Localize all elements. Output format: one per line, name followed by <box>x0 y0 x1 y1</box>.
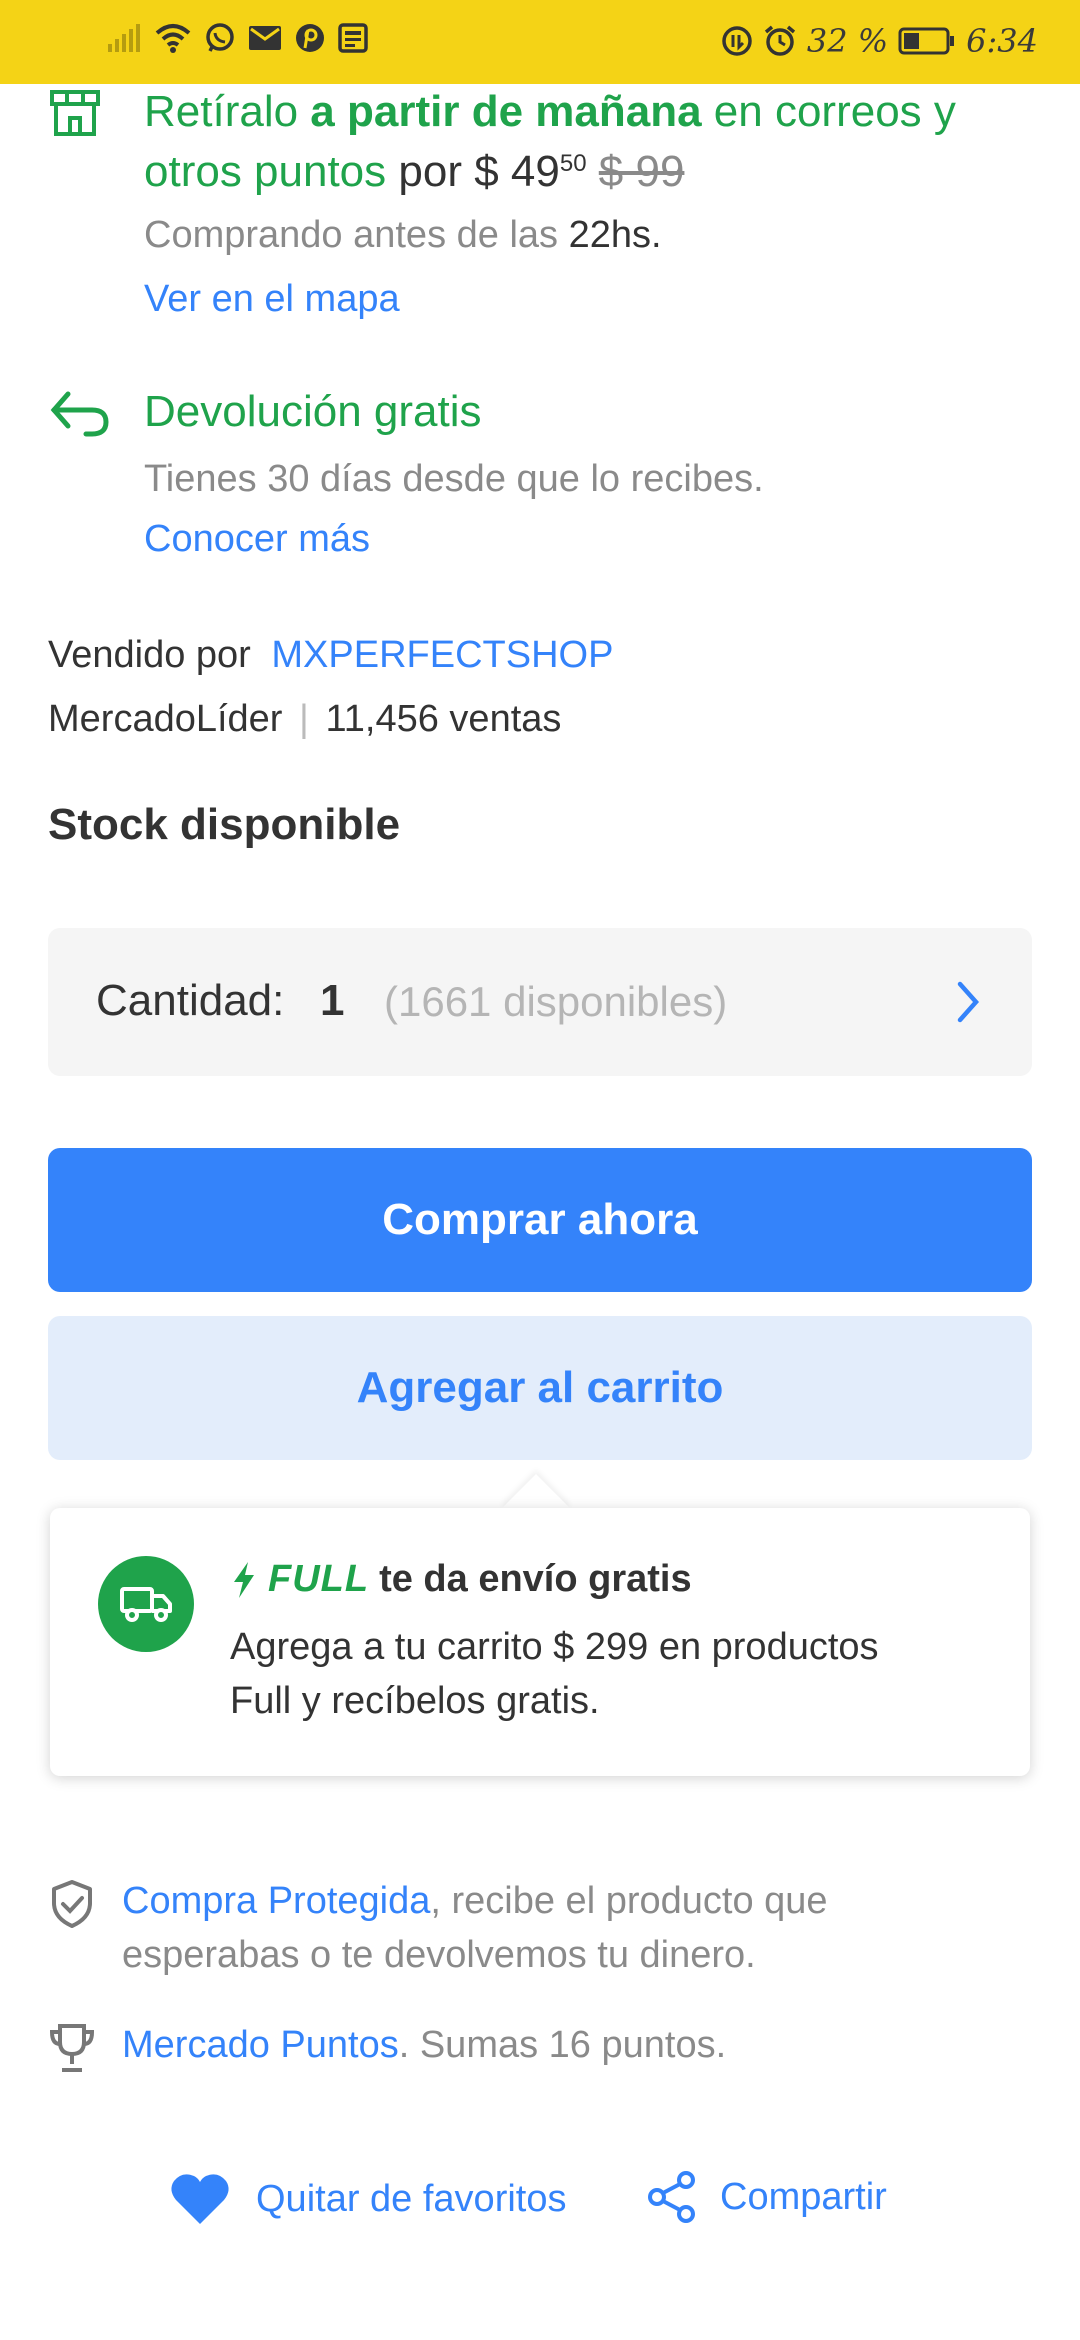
pickup-price-main: $ 49 <box>474 147 560 196</box>
pickup-info: Retíralo a partir de mañana en correos y… <box>144 82 1024 202</box>
trophy-icon <box>49 2024 95 2072</box>
pickup-por: por <box>386 147 475 196</box>
protection-link[interactable]: Compra Protegida <box>122 1880 430 1922</box>
sold-by-label: Vendido por <box>48 634 251 676</box>
mail-icon <box>249 26 281 50</box>
protection-line-1: Compra Protegida, recibe el producto que <box>122 1880 828 1923</box>
seller-reputation: MercadoLíder | 11,456 ventas <box>48 698 561 741</box>
pickup-old-price: $ 99 <box>598 147 685 196</box>
pickup-title: Retíralo a partir de mañana en correos y… <box>144 82 1024 202</box>
stock-title: Stock disponible <box>48 800 401 849</box>
product-detail-page: 32 % 6:34 Retíralo a partir de mañana en… <box>0 0 1080 2340</box>
buy-now-button[interactable]: Comprar ahora <box>48 1148 1032 1292</box>
chevron-right-icon <box>957 981 980 1023</box>
bottom-actions: Quitar de favoritos Compartir <box>0 2170 1080 2240</box>
pickup-price: $ 4950 <box>474 147 586 196</box>
protection-line-2: esperabas o te devolvemos tu dinero. <box>122 1934 756 1976</box>
share-icon <box>648 2171 695 2223</box>
battery-icon <box>898 27 955 55</box>
whatsapp-icon <box>206 23 234 52</box>
map-link[interactable]: Ver en el mapa <box>144 278 400 321</box>
signal-icon <box>108 24 140 52</box>
data-saver-icon <box>722 26 752 56</box>
points-link[interactable]: Mercado Puntos <box>122 2024 399 2066</box>
clock: 6:34 <box>966 22 1038 60</box>
news-icon <box>338 23 368 53</box>
favorite-action[interactable]: Quitar de favoritos <box>168 2170 566 2228</box>
pickup-prefix: Retíralo <box>144 87 311 136</box>
returns-link[interactable]: Conocer más <box>144 518 370 561</box>
seller-separator: | <box>299 698 309 740</box>
shield-check-icon <box>52 1880 92 1928</box>
seller-line: Vendido por MXPERFECTSHOP <box>48 634 613 677</box>
quantity-value: 1 <box>320 976 345 1025</box>
wifi-icon <box>155 24 191 53</box>
pickup-price-cents: 50 <box>559 150 587 177</box>
alarm-icon <box>764 25 795 56</box>
full-line-2: Full y recíbelos gratis. <box>230 1680 600 1722</box>
status-icons-right: 32 % 6:34 <box>721 22 1038 60</box>
returns-note: Tienes 30 días desde que lo recibes. <box>144 458 764 500</box>
points-line: Mercado Puntos. Sumas 16 puntos. <box>122 2024 726 2067</box>
favorite-label: Quitar de favoritos <box>256 2177 567 2220</box>
seller-level: MercadoLíder <box>48 698 283 740</box>
pinterest-icon <box>296 24 324 52</box>
quantity-available: (1661 disponibles) <box>384 978 728 1025</box>
share-label: Compartir <box>720 2175 887 2218</box>
protection-rest: , recibe el producto que <box>430 1880 828 1922</box>
battery-percent: 32 % <box>806 22 889 60</box>
return-arrow-icon <box>50 391 109 437</box>
status-icons-left <box>106 22 368 54</box>
pickup-note-time: 22hs. <box>568 214 662 256</box>
full-title-suffix: te da envío gratis <box>379 1558 692 1600</box>
truck-badge <box>98 1556 194 1652</box>
pickup-note: Comprando antes de las 22hs. <box>144 214 662 257</box>
quantity-label: Cantidad: <box>96 976 285 1025</box>
share-action[interactable]: Compartir <box>646 2170 887 2224</box>
add-to-cart-button[interactable]: Agregar al carrito <box>48 1316 1032 1460</box>
bolt-icon <box>234 1561 254 1598</box>
heart-icon <box>171 2174 229 2224</box>
full-line-1: Agrega a tu carrito $ 299 en productos <box>230 1626 879 1668</box>
returns-title: Devolución gratis <box>144 387 482 436</box>
pickup-note-prefix: Comprando antes de las <box>144 214 569 256</box>
pickup-highlight: a partir de mañana <box>310 87 702 136</box>
seller-sales: 11,456 ventas <box>325 698 562 740</box>
seller-name-link[interactable]: MXPERFECTSHOP <box>271 634 613 676</box>
points-rest: . Sumas 16 puntos. <box>398 2024 727 2066</box>
full-shipping-card: FULL te da envío gratis Agrega a tu carr… <box>50 1508 1030 1776</box>
status-bar: 32 % 6:34 <box>0 0 1080 84</box>
full-title: FULL te da envío gratis <box>230 1558 692 1601</box>
quantity-selector[interactable]: Cantidad: 1 (1661 disponibles) <box>48 928 1032 1076</box>
store-icon <box>50 90 100 136</box>
full-brand: FULL <box>268 1558 370 1600</box>
truck-icon <box>120 1587 172 1622</box>
